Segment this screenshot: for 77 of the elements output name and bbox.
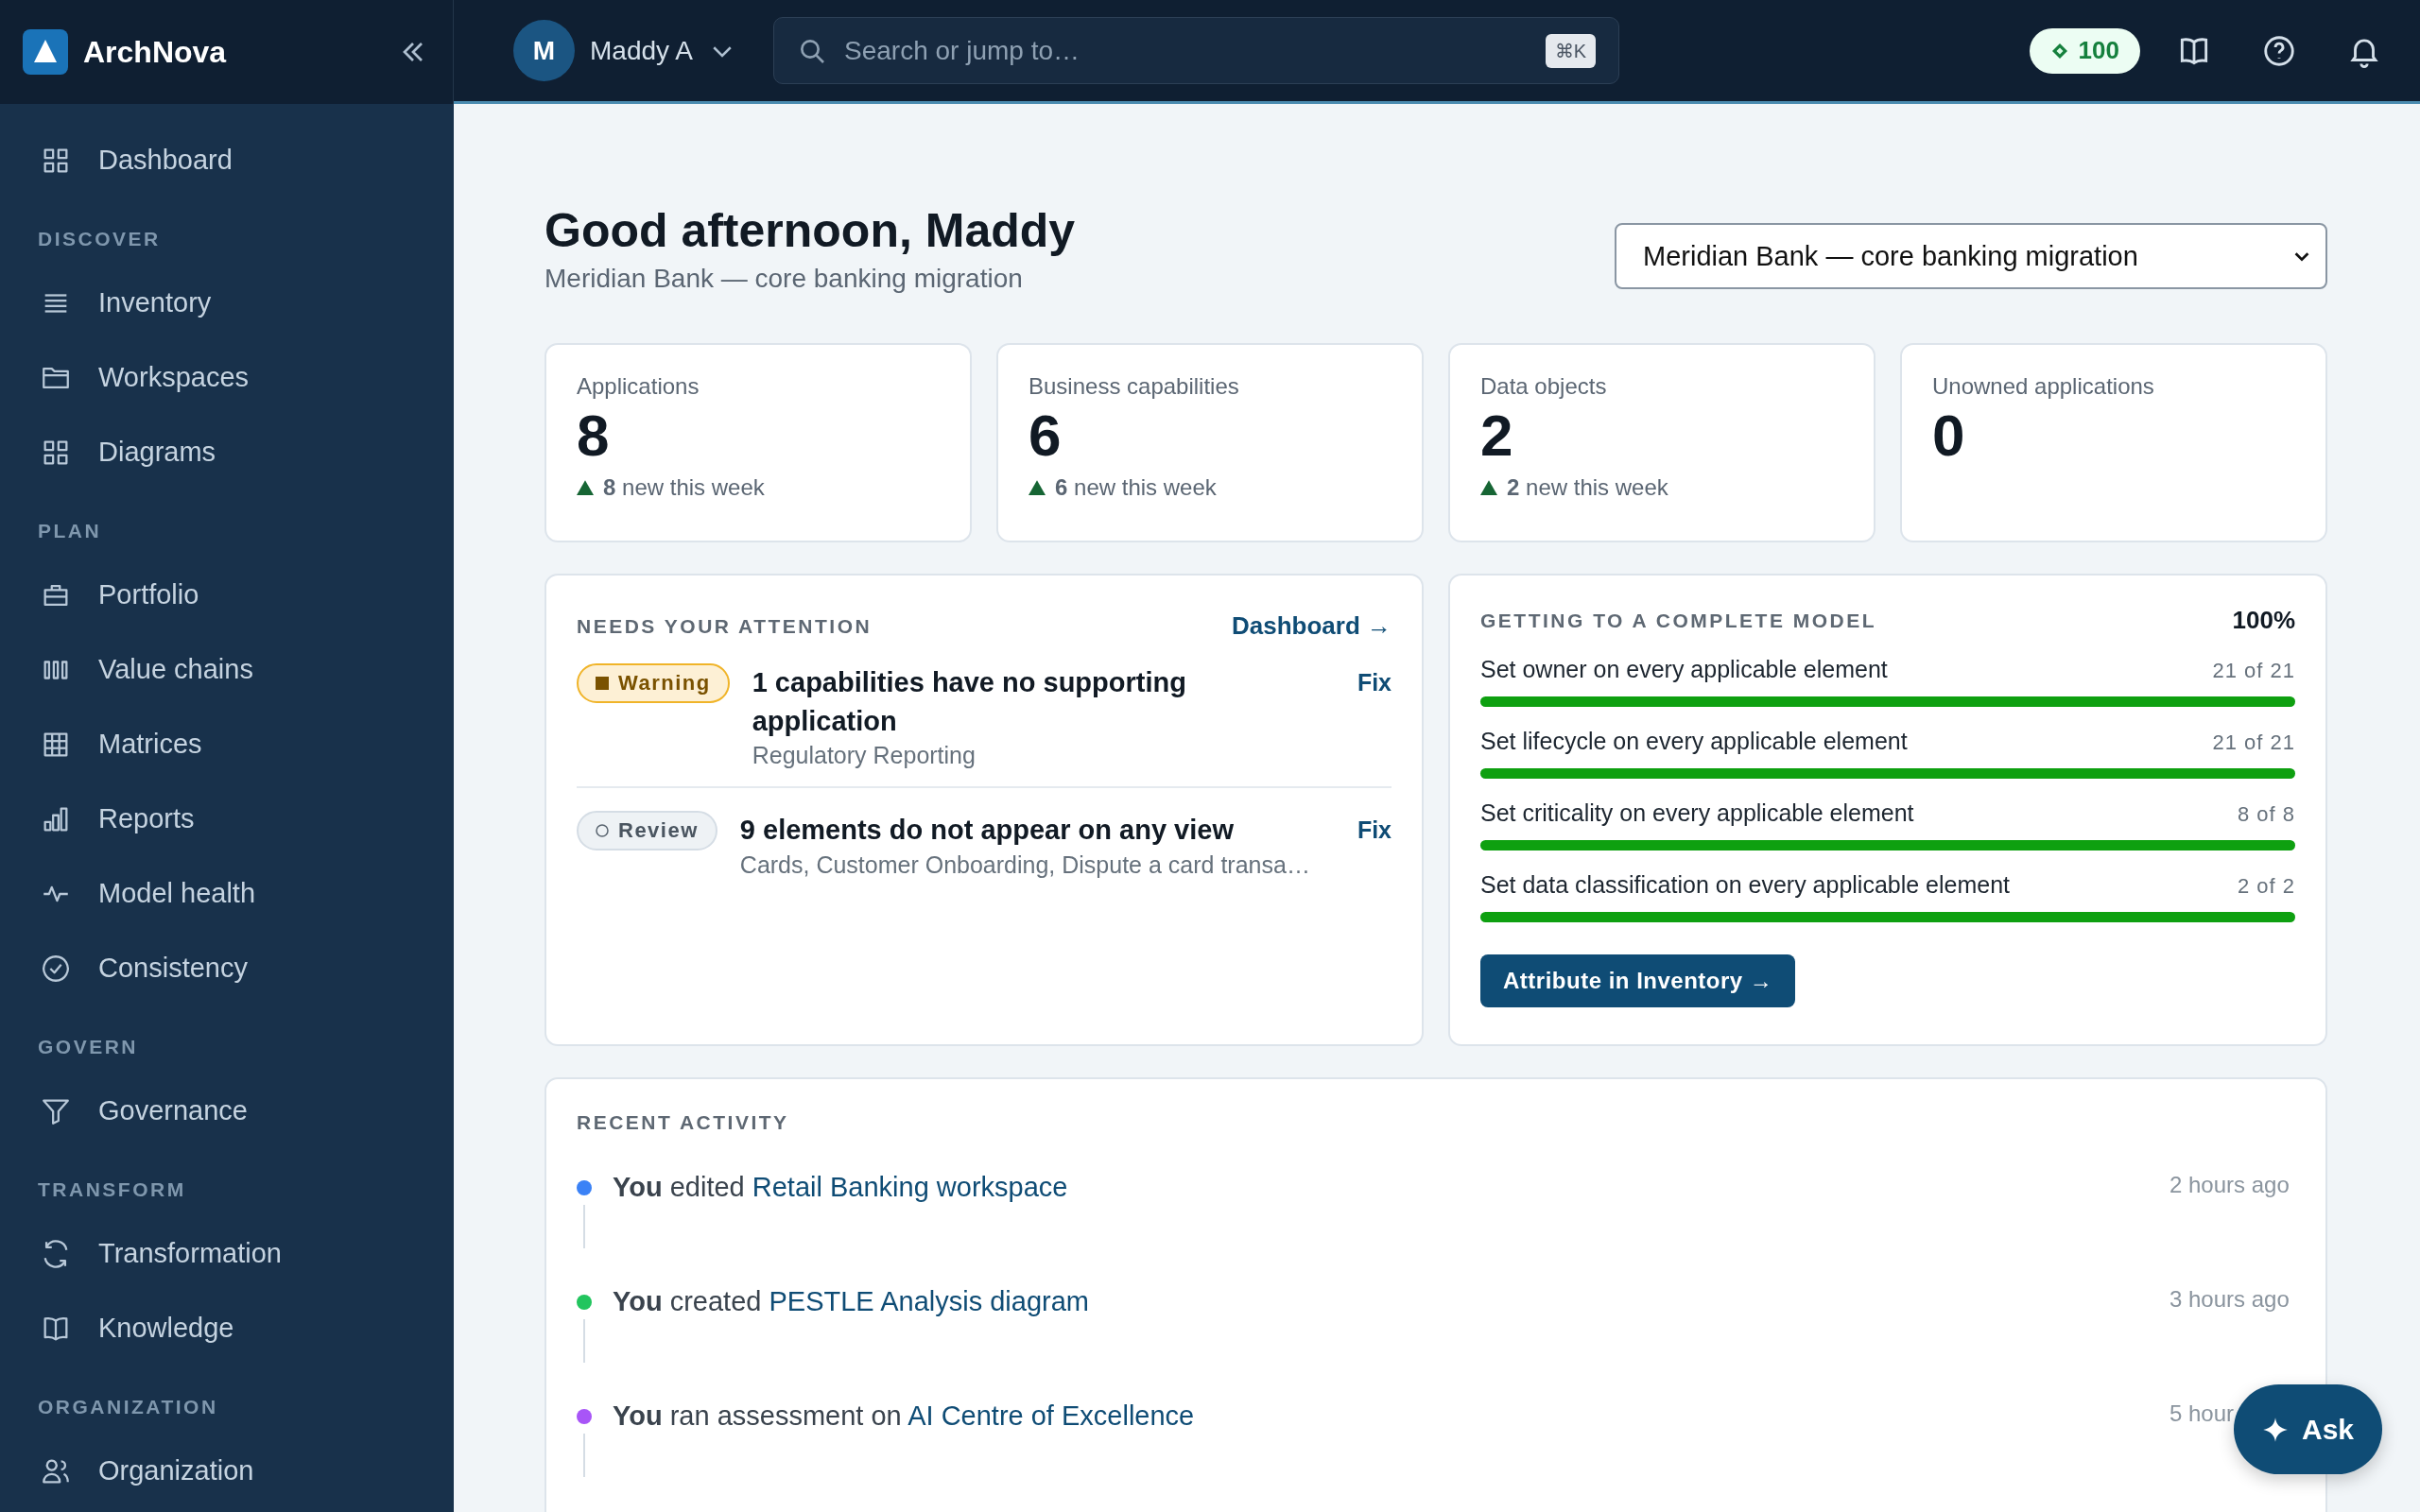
issue-title: 1 capabilities have no supporting application — [752, 666, 1187, 738]
issue-detail: Regulatory Reporting — [752, 742, 977, 770]
stat-label: Data objects — [1480, 373, 1608, 400]
issue-title: 9 elements do not appear on any view — [739, 814, 1235, 848]
stat-label: Unowned applications — [1932, 373, 2155, 400]
activity-time: 3 hours ago — [2169, 1286, 2290, 1313]
status-badge: Warning — [577, 663, 730, 703]
activity-time: 2 hours ago — [2169, 1172, 2290, 1198]
dashboard-link[interactable]: Dashboard → — [1231, 611, 1392, 641]
sidebar-item[interactable]: Governance — [0, 1074, 454, 1148]
fix-link[interactable]: Fix — [1357, 669, 1392, 696]
section-heading: PLAN — [37, 519, 103, 543]
stat-value: 0 — [1932, 402, 1966, 470]
activity-text: You created PESTLE Analysis diagram — [613, 1286, 1090, 1317]
fix-link[interactable]: Fix — [1357, 816, 1392, 845]
activity-link[interactable]: Retail Banking workspace — [752, 1172, 1068, 1202]
sidebar-item[interactable]: Dashboard — [0, 123, 454, 198]
sidebar-item[interactable]: Knowledge — [0, 1291, 454, 1366]
sidebar-item[interactable]: Transformation — [0, 1216, 454, 1291]
card-title: GETTING TO A COMPLETE MODEL — [1480, 609, 1877, 632]
up-triangle-icon — [1480, 480, 1497, 496]
status-badge: Review — [577, 811, 717, 851]
square-icon — [596, 677, 609, 690]
sidebar-item[interactable]: Reports — [0, 782, 454, 856]
progress-label: Set criticality on every applicable element — [1480, 799, 1914, 827]
up-triangle-icon — [577, 480, 594, 496]
card-title: NEEDS YOUR ATTENTION — [577, 614, 873, 638]
section-heading: ORGANIZATION — [37, 1395, 219, 1419]
stat-delta: 6 new this week — [1055, 474, 1217, 502]
stat-delta: 8 new this week — [603, 474, 765, 502]
greeting-title: Good afternoon, Maddy — [544, 203, 1076, 259]
sidebar-item[interactable]: Organization — [0, 1434, 454, 1508]
attribute-button[interactable]: Attribute in Inventory → — [1480, 954, 1796, 1007]
activity-time: 5 hour — [2169, 1400, 2236, 1427]
sidebar-item[interactable]: Value chains — [0, 632, 454, 707]
sidebar-item[interactable]: Model health — [0, 856, 454, 931]
sidebar-item[interactable]: Workspaces — [0, 340, 454, 415]
search-bar[interactable]: Search or jump to… ⌘K — [773, 17, 1619, 84]
section-heading: DISCOVER — [37, 227, 162, 251]
progress-label: Set lifecycle on every applicable element — [1480, 728, 1908, 755]
sidebar-item[interactable]: Portfolio — [0, 558, 454, 632]
section-heading: TRANSFORM — [37, 1177, 187, 1202]
activity-text: You edited Retail Banking workspace — [613, 1172, 1069, 1203]
stat-value: 6 — [1028, 402, 1063, 470]
stat-value: 2 — [1480, 402, 1514, 470]
progress-count: 21 of 21 — [2212, 730, 2295, 755]
sidebar-item[interactable]: Consistency — [0, 931, 454, 1005]
progress-count: 21 of 21 — [2212, 659, 2295, 683]
activity-link[interactable]: AI Centre of Excellence — [908, 1400, 1195, 1431]
greeting-subtitle: Meridian Bank — core banking migration — [544, 264, 1024, 294]
progress-count: 8 of 8 — [2237, 802, 2295, 827]
progress-count: 2 of 2 — [2237, 874, 2295, 899]
stat-label: Business capabilities — [1028, 373, 1240, 400]
logo-icon — [23, 29, 68, 75]
stat-label: Applications — [577, 373, 700, 400]
up-triangle-icon — [1028, 480, 1046, 496]
stat-value: 8 — [577, 402, 611, 470]
activity-text: You ran assessment on AI Centre of Excellence — [613, 1400, 1196, 1432]
user-avatar[interactable]: M — [513, 20, 575, 81]
card-title: RECENT ACTIVITY — [577, 1111, 790, 1134]
project-select[interactable]: Meridian Bank — core banking migration — [1615, 223, 2327, 289]
user-name[interactable]: Maddy A — [590, 35, 693, 66]
progress-percent: 100% — [2232, 606, 2295, 635]
app-name: ArchNova — [83, 34, 228, 70]
stat-delta: 2 new this week — [1507, 474, 1668, 502]
progress-label: Set data classification on every applicable element — [1480, 871, 2011, 899]
progress-label: Set owner on every applicable element — [1480, 656, 1888, 683]
search-input[interactable]: Search or jump to… — [842, 34, 1530, 67]
issue-detail: Cards, Customer Onboarding, Dispute a card transa… — [739, 850, 1311, 879]
shortcut-key: ⌘K — [1545, 33, 1596, 68]
circle-icon — [596, 824, 609, 838]
points-badge[interactable]: 100 — [2029, 27, 2140, 74]
section-heading: GOVERN — [37, 1035, 139, 1059]
activity-link[interactable]: PESTLE Analysis diagram — [769, 1286, 1089, 1316]
sidebar-item[interactable]: Diagrams — [0, 415, 454, 490]
sidebar-item[interactable]: Matrices — [0, 707, 454, 782]
sidebar-item[interactable]: Inventory — [0, 266, 454, 340]
